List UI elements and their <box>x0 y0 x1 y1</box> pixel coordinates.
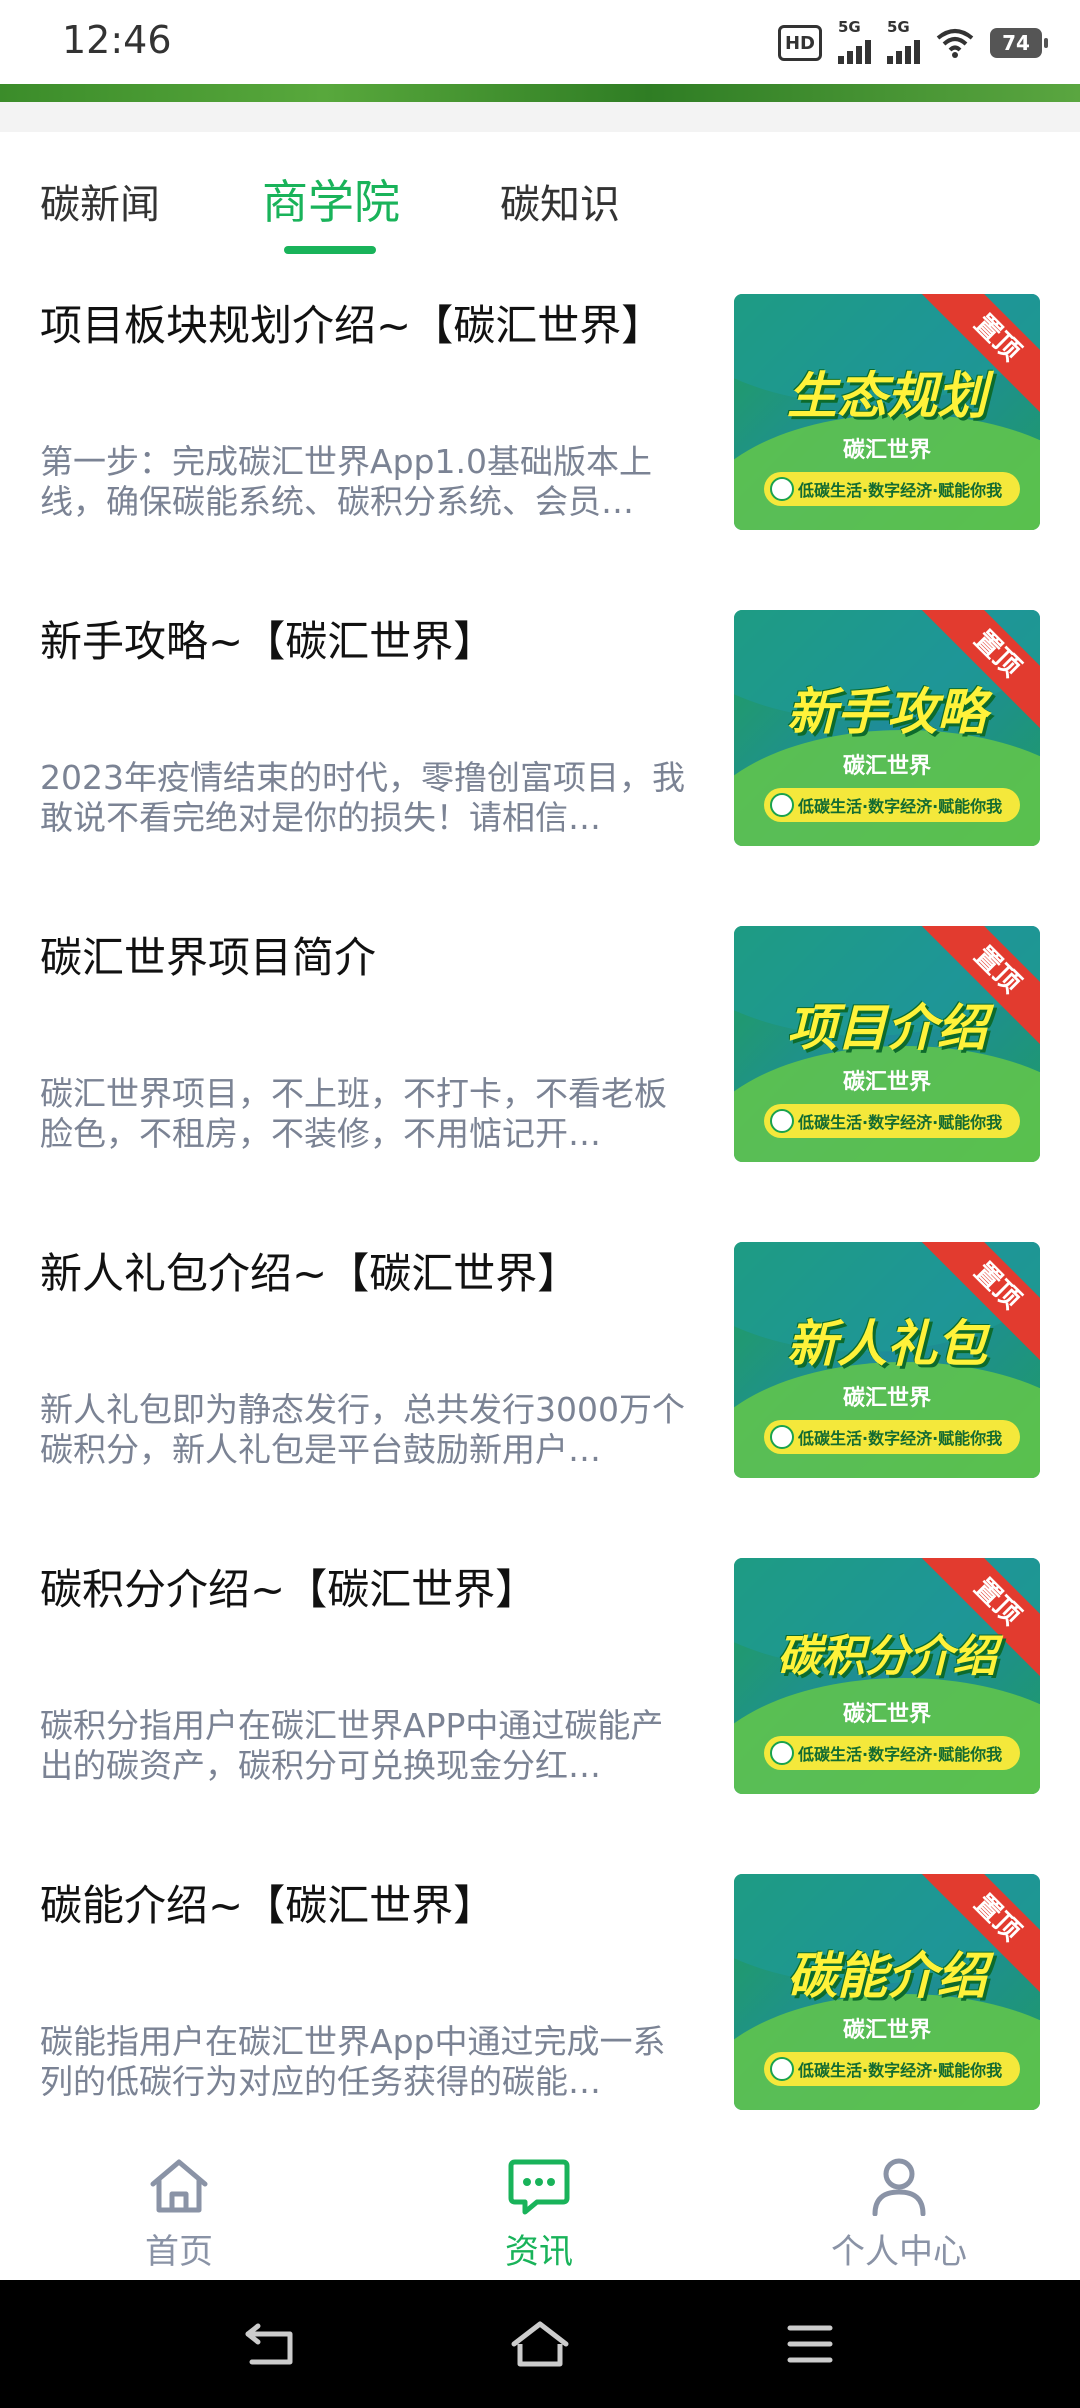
thumb-brand: 碳汇世界 <box>842 1070 931 1095</box>
article-title: 碳汇世界项目简介 <box>40 933 377 982</box>
list-item[interactable]: 碳能介绍~【碳汇世界】 碳能指用户在碳汇世界App中通过完成一系列的低碳行为对应… <box>0 1842 1080 2158</box>
signal-label-2: 5G <box>887 18 910 36</box>
list-item[interactable]: 项目板块规划介绍~【碳汇世界】 第一步：完成碳汇世界App1.0基础版本上线，确… <box>0 262 1080 578</box>
tab-carbon-knowledge[interactable]: 碳知识 <box>500 172 620 230</box>
active-tab-indicator <box>284 246 376 254</box>
menu-icon[interactable] <box>786 2320 834 2372</box>
status-icons: HD 5G 5G 74 <box>778 18 1048 64</box>
tagline-text: 低碳生活·数字经济·赋能你我 <box>798 2061 1003 2080</box>
thumb-brand: 碳汇世界 <box>842 1386 931 1411</box>
nav-news-label: 资讯 <box>505 2232 573 2272</box>
article-summary: 2023年疫情结束的时代，零撸创富项目，我敢说不看完绝对是你的损失！请相信… <box>40 758 685 837</box>
thumb-brand: 碳汇世界 <box>842 754 931 779</box>
nav-home[interactable]: 首页 <box>79 2156 279 2273</box>
home-icon <box>150 2159 208 2213</box>
thumb-brand: 碳汇世界 <box>842 1702 931 1727</box>
article-title: 新手攻略~【碳汇世界】 <box>40 617 496 666</box>
category-tabs: 碳新闻 商学院 碳知识 <box>0 132 1080 262</box>
article-title: 项目板块规划介绍~【碳汇世界】 <box>40 301 664 350</box>
article-summary: 新人礼包即为静态发行，总共发行3000万个碳积分，新人礼包是平台鼓励新用户… <box>40 1390 685 1469</box>
tab-carbon-news[interactable]: 碳新闻 <box>40 172 160 230</box>
article-thumbnail: 置顶 项目介绍 碳汇世界 低碳生活·数字经济·赋能你我 <box>734 926 1040 1162</box>
leaf-icon <box>770 793 794 817</box>
battery-icon: 74 <box>990 28 1048 58</box>
article-title: 碳积分介绍~【碳汇世界】 <box>40 1565 538 1614</box>
thumb-tagline: 低碳生活·数字经济·赋能你我 <box>764 1104 1020 1138</box>
list-item[interactable]: 碳汇世界项目简介 碳汇世界项目，不上班，不打卡，不看老板脸色，不租房，不装修，不… <box>0 894 1080 1210</box>
article-thumbnail: 置顶 生态规划 碳汇世界 低碳生活·数字经济·赋能你我 <box>734 294 1040 530</box>
leaf-icon <box>770 1425 794 1449</box>
article-thumbnail: 置顶 新人礼包 碳汇世界 低碳生活·数字经济·赋能你我 <box>734 1242 1040 1478</box>
back-icon[interactable] <box>244 2320 296 2372</box>
hd-icon: HD <box>778 25 822 61</box>
tagline-text: 低碳生活·数字经济·赋能你我 <box>798 1113 1003 1132</box>
nav-news[interactable]: 资讯 <box>439 2156 639 2273</box>
article-thumbnail: 置顶 新手攻略 碳汇世界 低碳生活·数字经济·赋能你我 <box>734 610 1040 846</box>
thumb-tagline: 低碳生活·数字经济·赋能你我 <box>764 1736 1020 1770</box>
thumb-tagline: 低碳生活·数字经济·赋能你我 <box>764 2052 1020 2086</box>
article-title: 碳能介绍~【碳汇世界】 <box>40 1881 496 1930</box>
thumb-title: 碳积分介绍 <box>777 1631 997 1682</box>
thumb-title: 碳能介绍 <box>787 1947 987 2005</box>
hd-badge: HD <box>778 25 822 61</box>
nav-profile-label: 个人中心 <box>831 2232 967 2272</box>
thumb-title: 新手攻略 <box>787 683 987 741</box>
thumb-brand: 碳汇世界 <box>842 2018 931 2043</box>
thumb-title: 项目介绍 <box>787 999 987 1057</box>
user-icon <box>872 2158 926 2216</box>
signal-label-1: 5G <box>838 18 861 36</box>
thumb-brand: 碳汇世界 <box>842 438 931 463</box>
nav-home-label: 首页 <box>145 2232 213 2272</box>
wifi-icon <box>936 28 974 58</box>
tagline-text: 低碳生活·数字经济·赋能你我 <box>798 481 1003 500</box>
leaf-icon <box>770 1741 794 1765</box>
tagline-text: 低碳生活·数字经济·赋能你我 <box>798 797 1003 816</box>
article-thumbnail: 置顶 碳积分介绍 碳汇世界 低碳生活·数字经济·赋能你我 <box>734 1558 1040 1794</box>
list-item[interactable]: 新手攻略~【碳汇世界】 2023年疫情结束的时代，零撸创富项目，我敢说不看完绝对… <box>0 578 1080 894</box>
status-bar: 12:46 HD 5G 5G 74 <box>0 0 1080 84</box>
banner-divider <box>0 102 1080 132</box>
thumb-tagline: 低碳生活·数字经济·赋能你我 <box>764 472 1020 506</box>
list-item[interactable]: 碳积分介绍~【碳汇世界】 碳积分指用户在碳汇世界APP中通过碳能产出的碳资产，碳… <box>0 1526 1080 1842</box>
article-summary: 碳积分指用户在碳汇世界APP中通过碳能产出的碳资产，碳积分可兑换现金分红… <box>40 1706 664 1785</box>
banner-image[interactable] <box>0 84 1080 102</box>
signal-icon-2: 5G <box>887 18 920 64</box>
article-thumbnail: 置顶 碳能介绍 碳汇世界 低碳生活·数字经济·赋能你我 <box>734 1874 1040 2110</box>
home-outline-icon[interactable] <box>510 2320 570 2372</box>
signal-icon-1: 5G <box>838 18 871 64</box>
system-nav-bar <box>0 2280 1080 2408</box>
chat-icon <box>508 2159 570 2215</box>
tagline-text: 低碳生活·数字经济·赋能你我 <box>798 1745 1003 1764</box>
tab-business-school[interactable]: 商学院 <box>262 166 400 232</box>
bottom-nav: 首页 资讯 个人中心 <box>0 2140 1080 2280</box>
leaf-icon <box>770 2057 794 2081</box>
nav-profile[interactable]: 个人中心 <box>799 2156 999 2273</box>
thumb-title: 生态规划 <box>787 367 987 425</box>
thumb-title: 新人礼包 <box>787 1315 987 1373</box>
article-summary: 第一步：完成碳汇世界App1.0基础版本上线，确保碳能系统、碳积分系统、会员… <box>40 442 652 521</box>
tagline-text: 低碳生活·数字经济·赋能你我 <box>798 1429 1003 1448</box>
article-title: 新人礼包介绍~【碳汇世界】 <box>40 1249 580 1298</box>
thumb-tagline: 低碳生活·数字经济·赋能你我 <box>764 1420 1020 1454</box>
list-item[interactable]: 新人礼包介绍~【碳汇世界】 新人礼包即为静态发行，总共发行3000万个碳积分，新… <box>0 1210 1080 1526</box>
thumb-tagline: 低碳生活·数字经济·赋能你我 <box>764 788 1020 822</box>
leaf-icon <box>770 1109 794 1133</box>
article-summary: 碳汇世界项目，不上班，不打卡，不看老板脸色，不租房，不装修，不用惦记开… <box>40 1074 667 1153</box>
status-time: 12:46 <box>62 18 172 62</box>
leaf-icon <box>770 477 794 501</box>
article-summary: 碳能指用户在碳汇世界App中通过完成一系列的低碳行为对应的任务获得的碳能… <box>40 2022 666 2101</box>
